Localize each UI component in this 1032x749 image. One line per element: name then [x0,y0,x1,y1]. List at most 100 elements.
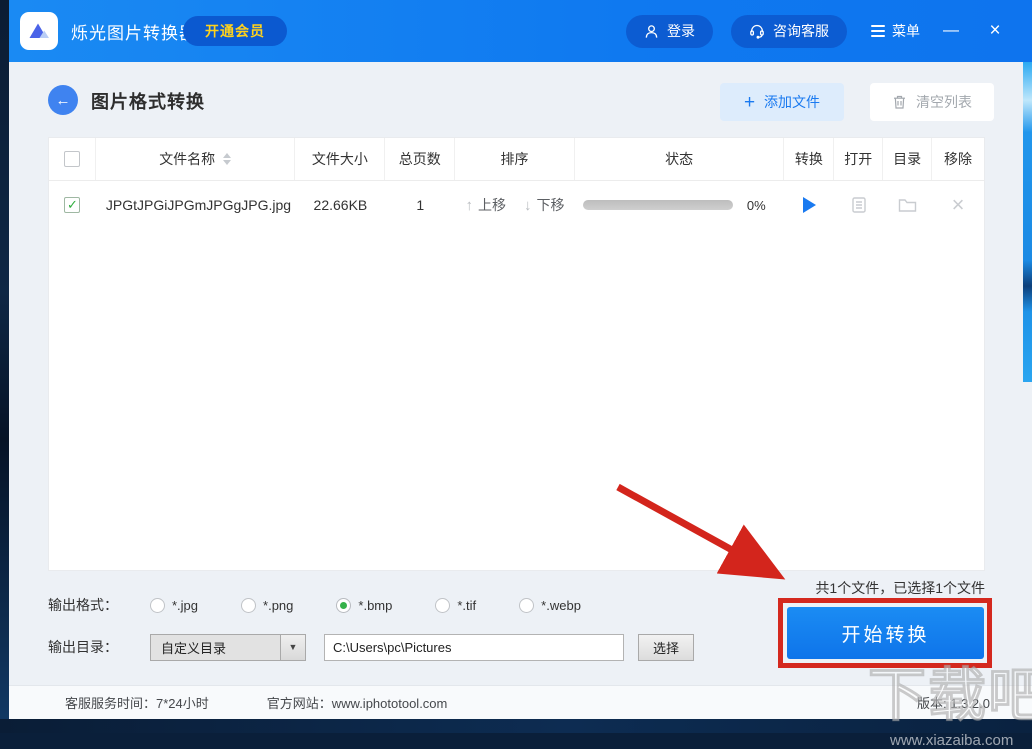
row-status-cell: 0% [575,198,785,213]
hamburger-icon [871,22,885,40]
move-down-button[interactable]: ↓ 下移 [524,195,565,215]
footer-version: 版本: 1.3.2.0 [917,696,990,711]
row-order-cell: ↑ 上移 ↓ 下移 [455,195,575,215]
radio-tif-label: *.tif [457,597,477,613]
chevron-down-icon: ▼ [280,634,305,660]
row-convert-cell [784,197,834,213]
row-checkbox[interactable]: ✓ [64,197,81,213]
back-button[interactable]: ← [48,85,78,115]
clear-list-button[interactable]: 清空列表 [870,83,994,121]
login-label: 登录 [667,23,695,39]
headset-icon [750,24,764,39]
open-folder-button[interactable] [898,197,917,214]
radio-png[interactable]: *.png [241,597,294,613]
move-down-label: 下移 [536,197,565,213]
radio-dot-icon [241,597,257,613]
output-path-input[interactable] [324,633,624,661]
vip-upgrade-button[interactable]: 开通会员 [183,16,287,46]
row-pages: 1 [416,197,425,213]
file-count-summary: 共1个文件，已选择1个文件 [815,580,985,596]
document-icon [852,197,866,213]
radio-dot-icon [336,597,352,613]
radio-jpg[interactable]: *.jpg [150,597,199,613]
choose-directory-button[interactable]: 选择 [638,633,694,661]
dropdown-selected-value: 自定义目录 [161,640,227,656]
desktop-edge-right [1023,62,1032,382]
titlebar: 烁光图片转换器 开通会员 登录 咨询客服 菜单 — × [9,0,1032,62]
row-checkbox-cell: ✓ [49,197,96,213]
row-open-cell [834,196,883,214]
column-header-open: 打开 [834,138,884,180]
move-up-button[interactable]: ↑ 上移 [466,195,507,215]
footer-service-hours: 客服服务时间：7*24小时 [65,696,209,711]
minimize-button[interactable]: — [938,22,964,40]
column-header-remove: 移除 [944,151,973,167]
plus-icon: + [743,91,756,113]
start-convert-button[interactable]: 开始转换 [787,607,984,659]
row-remove-cell: × [932,194,984,216]
radio-dot-icon [435,597,451,613]
radio-jpg-label: *.jpg [172,597,199,613]
menu-button[interactable]: 菜单 [871,21,920,41]
add-files-button[interactable]: + 添加文件 [720,83,844,121]
customer-service-label: 咨询客服 [773,23,829,39]
radio-webp[interactable]: *.webp [519,597,581,613]
trash-icon [894,95,905,109]
column-header-order: 排序 [455,138,575,180]
customer-service-button[interactable]: 咨询客服 [731,14,847,48]
column-header-filename[interactable]: 文件名称 [96,138,296,180]
footer-website: 官方网站：www.iphototool.com [266,696,448,711]
output-format-row: 输出格式： *.jpg *.png *.bmp *.tif *.webp [48,592,581,618]
column-header-filesize: 文件大小 [295,138,386,180]
app-logo-icon [20,12,58,50]
sort-icon[interactable] [223,153,232,165]
output-directory-label: 输出目录： [48,639,118,655]
column-header-directory: 目录 [883,138,933,180]
format-radio-group: *.jpg *.png *.bmp *.tif *.webp [150,597,581,613]
progress-percent: 0% [746,197,766,213]
close-button[interactable]: × [982,20,1008,42]
user-icon [645,24,658,38]
select-all-checkbox[interactable] [63,151,80,167]
login-button[interactable]: 登录 [626,14,713,48]
clear-list-label: 清空列表 [916,94,972,110]
titlebar-right-group: 登录 咨询客服 菜单 — × [626,0,1008,62]
radio-webp-label: *.webp [541,597,581,613]
add-files-label: 添加文件 [764,94,821,110]
remove-file-button[interactable]: × [952,194,965,216]
progress-bar [582,200,733,210]
page-title: 图片格式转换 [91,92,205,112]
directory-mode-dropdown[interactable]: 自定义目录 ▼ [150,633,306,661]
main-content: ← 图片格式转换 + 添加文件 清空列表 文件名称 文件大小 总页数 排序 状态… [9,62,1032,719]
arrow-up-icon: ↑ [465,196,474,214]
output-directory-row: 输出目录： 自定义目录 ▼ 选择 [48,633,694,661]
watermark-url: www.xiazaiba.com [890,732,1014,749]
select-all-cell [49,138,96,180]
row-filesize: 22.66KB [313,197,368,213]
radio-bmp-label: *.bmp [358,597,393,613]
footer: 客服服务时间：7*24小时 官方网站：www.iphototool.com 版本… [9,685,1032,719]
convert-play-button[interactable] [802,197,816,213]
table-row: ✓ JPGtJPGiJPGmJPGgJPG.jpg 22.66KB 1 ↑ 上移… [49,181,984,229]
row-directory-cell [883,197,932,214]
app-title: 烁光图片转换器 [71,23,197,43]
app-window: 烁光图片转换器 开通会员 登录 咨询客服 菜单 — × ← 图片格式转换 + 添… [0,0,1032,749]
radio-tif[interactable]: *.tif [435,597,477,613]
page-header: ← 图片格式转换 + 添加文件 清空列表 [48,83,994,127]
arrow-down-icon: ↓ [524,196,532,214]
column-header-status: 状态 [575,138,785,180]
folder-icon [898,198,917,212]
desktop-edge-left [0,0,9,733]
open-file-button[interactable] [850,196,868,214]
radio-dot-icon [150,597,165,613]
table-header-row: 文件名称 文件大小 总页数 排序 状态 转换 打开 目录 移除 [49,138,984,181]
menu-label: 菜单 [892,23,920,39]
desktop-edge-bottom [0,719,1032,733]
file-table: 文件名称 文件大小 总页数 排序 状态 转换 打开 目录 移除 ✓ JPGtJP… [48,137,985,571]
radio-bmp[interactable]: *.bmp [336,597,393,613]
output-format-label: 输出格式： [48,597,118,613]
radio-png-label: *.png [263,597,294,613]
radio-dot-icon [519,597,535,613]
filename-header-label: 文件名称 [159,151,216,167]
column-header-convert: 转换 [784,138,835,180]
